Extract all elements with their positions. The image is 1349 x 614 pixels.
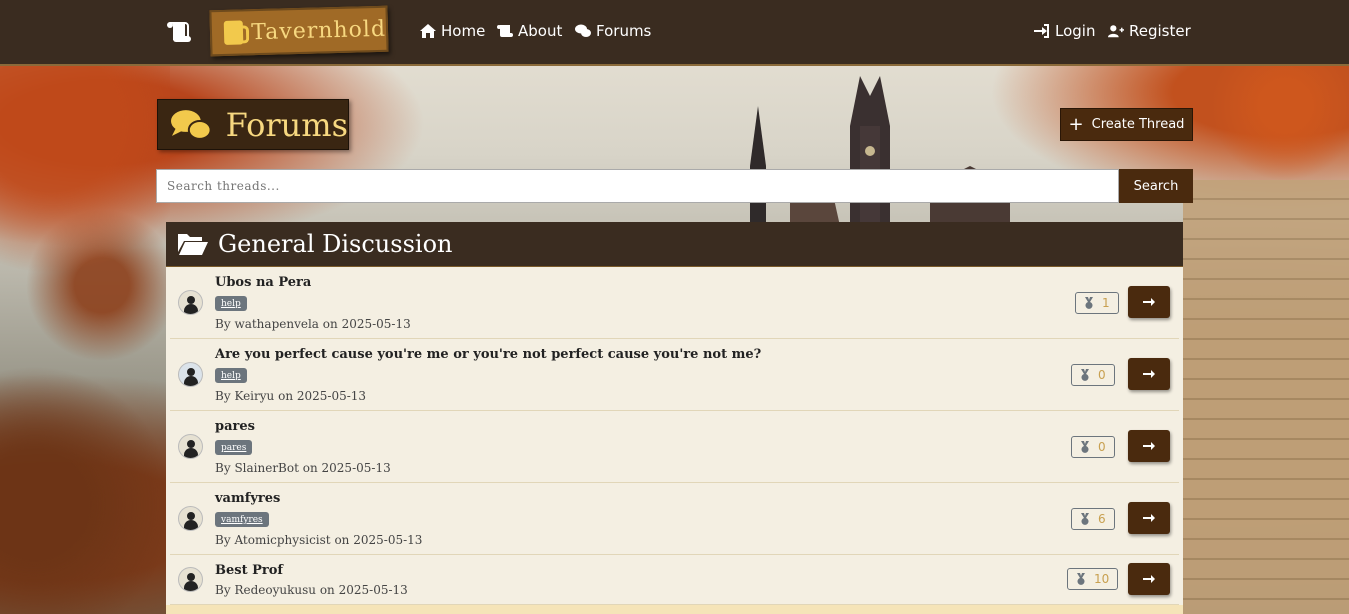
register-link[interactable]: Register: [1108, 22, 1191, 40]
thread-tag[interactable]: help: [215, 296, 247, 311]
comments-icon: [575, 24, 591, 37]
section-title: General Discussion: [218, 230, 453, 258]
open-thread-button[interactable]: [1128, 358, 1170, 390]
arrow-right-icon: [1143, 514, 1155, 522]
reply-count: 0: [1098, 368, 1106, 382]
thread-row: Best Prof By Redeoyukusu on 2025-05-13 1…: [170, 555, 1179, 605]
open-thread-button[interactable]: [1128, 430, 1170, 462]
thread-title[interactable]: vamfyres: [215, 491, 280, 506]
thread-byline: By Redeoyukusu on 2025-05-13: [215, 583, 408, 597]
nav-forums-link[interactable]: Forums: [575, 22, 651, 40]
avatar: [178, 567, 203, 592]
reply-count: 1: [1102, 296, 1110, 310]
thread-row: Ubos na Pera help By wathapenvela on 202…: [170, 267, 1179, 339]
thread-title[interactable]: Ubos na Pera: [215, 275, 311, 290]
arrow-right-icon: [1143, 298, 1155, 306]
arrow-right-icon: [1143, 370, 1155, 378]
sign-in-icon: [1034, 24, 1049, 38]
create-thread-button[interactable]: + Create Thread: [1060, 108, 1193, 141]
reply-count-badge: 0: [1071, 364, 1115, 386]
reply-count: 10: [1094, 572, 1110, 586]
reply-count: 6: [1098, 512, 1106, 526]
folder-open-icon: [178, 234, 208, 255]
open-thread-button[interactable]: [1128, 286, 1170, 318]
brand-logo[interactable]: Tavernhold: [209, 5, 389, 57]
user-plus-icon: [1108, 25, 1124, 38]
mug-icon: [223, 20, 244, 45]
avatar: [178, 434, 203, 459]
section-header: General Discussion: [166, 222, 1183, 267]
page-title-box: Forums: [157, 99, 349, 150]
create-thread-label: Create Thread: [1091, 117, 1185, 132]
medal-icon: [1077, 573, 1085, 585]
arrow-right-icon: [1143, 575, 1155, 583]
nav-about-label: About: [518, 22, 563, 40]
plus-icon: +: [1068, 113, 1084, 135]
thread-title[interactable]: pares: [215, 419, 255, 434]
thread-byline: By SlainerBot on 2025-05-13: [215, 461, 391, 475]
nav-forums-label: Forums: [596, 22, 652, 40]
background-stone-wall: [1183, 180, 1349, 614]
login-link[interactable]: Login: [1034, 22, 1095, 40]
avatar: [178, 290, 203, 315]
next-section-edge: [166, 605, 1183, 614]
nav-about-link[interactable]: About: [497, 22, 562, 40]
forum-section: General Discussion Ubos na Pera help By …: [166, 222, 1183, 614]
thread-byline: By Atomicphysicist on 2025-05-13: [215, 533, 423, 547]
avatar: [178, 362, 203, 387]
reply-count-badge: 6: [1071, 508, 1115, 530]
arrow-right-icon: [1143, 442, 1155, 450]
thread-tag[interactable]: help: [215, 368, 247, 383]
open-thread-button[interactable]: [1128, 502, 1170, 534]
search-button[interactable]: Search: [1119, 169, 1193, 203]
brand-name: Tavernhold: [250, 16, 387, 45]
login-label: Login: [1055, 22, 1096, 40]
reply-count-badge: 0: [1071, 436, 1115, 458]
thread-row: vamfyres vamfyres By Atomicphysicist on …: [170, 483, 1179, 555]
thread-row: pares pares By SlainerBot on 2025-05-13 …: [170, 411, 1179, 483]
thread-title[interactable]: Best Prof: [215, 563, 283, 578]
medal-icon: [1081, 369, 1089, 381]
avatar: [178, 506, 203, 531]
thread-tag[interactable]: vamfyres: [215, 512, 269, 527]
open-thread-button[interactable]: [1128, 563, 1170, 595]
home-icon: [420, 24, 436, 38]
medal-icon: [1081, 441, 1089, 453]
top-navbar: Tavernhold Home About Forums Login Regis…: [0, 0, 1349, 66]
nav-home-link[interactable]: Home: [420, 22, 485, 40]
reply-count-badge: 1: [1075, 292, 1119, 314]
thread-byline: By Keiryu on 2025-05-13: [215, 389, 367, 403]
thread-title[interactable]: Are you perfect cause you're me or you'r…: [215, 347, 761, 362]
thread-tag[interactable]: pares: [215, 440, 253, 455]
scroll-icon[interactable]: [165, 20, 193, 44]
medal-icon: [1081, 513, 1089, 525]
comments-icon: [170, 109, 212, 140]
background-foliage-left: [0, 66, 170, 614]
medal-icon: [1085, 297, 1093, 309]
page-title: Forums: [225, 105, 348, 144]
search-input[interactable]: [156, 169, 1119, 203]
nav-home-label: Home: [441, 22, 486, 40]
register-label: Register: [1129, 22, 1191, 40]
scroll-icon: [497, 25, 513, 37]
reply-count: 0: [1098, 440, 1106, 454]
thread-row: Are you perfect cause you're me or you'r…: [170, 339, 1179, 411]
thread-byline: By wathapenvela on 2025-05-13: [215, 317, 411, 331]
reply-count-badge: 10: [1067, 568, 1119, 590]
